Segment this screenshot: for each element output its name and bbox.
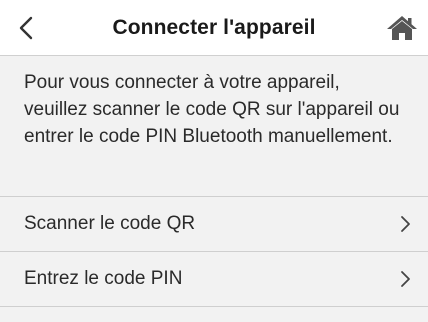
enter-pin-code-item[interactable]: Entrez le code PIN [0,252,428,307]
header-bar: Connecter l'appareil [0,0,428,56]
back-button[interactable] [8,8,44,48]
instructions-text: Pour vous connecter à votre appareil, ve… [0,57,428,197]
menu-item-label: Scanner le code QR [24,213,196,234]
chevron-left-icon [19,16,33,40]
chevron-right-icon [401,216,410,232]
chevron-right-icon [401,271,410,287]
home-icon [387,16,417,40]
content-area: Pour vous connecter à votre appareil, ve… [0,57,428,307]
scan-qr-code-item[interactable]: Scanner le code QR [0,197,428,252]
menu-item-label: Entrez le code PIN [24,268,183,289]
page-title: Connecter l'appareil [112,16,316,39]
connect-device-screen: Connecter l'appareil Pour vous connecter… [0,0,428,322]
home-button[interactable] [382,10,422,46]
